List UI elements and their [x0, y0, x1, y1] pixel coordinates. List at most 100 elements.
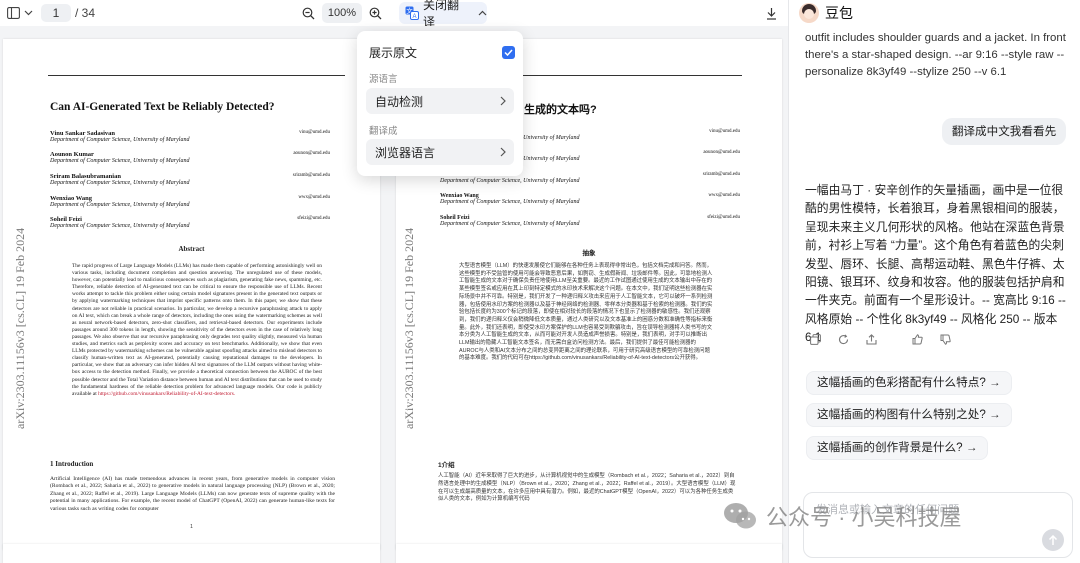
user-message: 翻译成中文我看看先 [942, 118, 1066, 145]
title-rule [48, 75, 345, 76]
page-total: / 34 [75, 6, 96, 20]
suggested-question-text: 这幅插画的色彩搭配有什么特点? [817, 376, 986, 389]
message-actions [809, 333, 951, 345]
author-email: vinu@umd.edu [709, 129, 740, 134]
author-email: vinu@umd.edu [299, 130, 330, 135]
show-original-checkbox[interactable] [502, 46, 515, 59]
show-original-toggle[interactable]: 展示原文 [369, 44, 515, 61]
target-language-select[interactable]: 浏览器语言 [366, 139, 514, 165]
intro-text: Artificial Intelligence (AI) has made tr… [50, 476, 335, 512]
thumbs-down-icon[interactable] [939, 333, 951, 345]
author-email: wwx@umd.edu [708, 193, 740, 198]
author-block: Aounon Kumar Department of Computer Scie… [50, 151, 330, 164]
page-number: 1 [190, 524, 193, 530]
chevron-right-icon [500, 96, 506, 106]
chevron-down-icon[interactable] [22, 4, 34, 22]
next-translated-page [396, 544, 782, 563]
author-email: aounon@umd.edu [703, 150, 740, 155]
arxiv-side-id: arXiv:2303.11156v3 [cs.CL] 19 Feb 2024 [11, 179, 31, 429]
author-name: Sriram Balasubramanian [50, 173, 121, 180]
author-email: sfeizi@umd.edu [707, 215, 740, 220]
translate-settings-dropdown: 展示原文 源语言 自动检测 翻译成 浏览器语言 [357, 31, 523, 176]
copy-icon[interactable] [809, 333, 821, 345]
previous-message: outfit includes shoulder guards and a ja… [805, 32, 1066, 78]
author-email: sriramb@umd.edu [292, 173, 330, 178]
translated-title: 生成的文本吗? [524, 104, 597, 116]
author-name: Soheil Feizi [50, 216, 82, 223]
translate-icon: 文A [405, 6, 419, 20]
suggested-question-text: 这幅插画的创作背景是什么? [817, 441, 963, 454]
chat-header: 豆包 [799, 2, 853, 24]
arrow-right-icon: → [989, 376, 1001, 389]
arrow-right-icon: → [965, 441, 978, 454]
suggested-question[interactable]: 这幅插画的创作背景是什么? → [806, 436, 989, 460]
assistant-answer: 一幅由马丁 · 安辛创作的矢量插画，画中是一位很酷的男性模特，长着狼耳，身着黑银… [805, 183, 1066, 344]
show-original-label: 展示原文 [369, 46, 418, 60]
avatar [799, 3, 819, 23]
author-name: Aounon Kumar [50, 151, 94, 158]
author-block: Wenxiao Wang Department of Computer Scie… [440, 193, 740, 205]
original-page: Can AI-Generated Text be Reliably Detect… [3, 39, 380, 550]
suggested-question[interactable]: 这幅插画的色彩搭配有什么特点? → [806, 371, 1012, 395]
download-icon[interactable] [763, 3, 779, 23]
next-original-page [3, 544, 380, 563]
zoom-in-icon[interactable] [367, 3, 383, 23]
author-email: wwx@umd.edu [298, 195, 330, 200]
suggested-question-text: 这幅插画的构图有什么特别之处? [817, 408, 986, 421]
send-button[interactable] [1042, 529, 1064, 551]
author-affiliation: Department of Computer Science, Universi… [50, 223, 190, 229]
translated-abstract-heading: 抽象 [582, 250, 596, 257]
author-affiliation: Department of Computer Science, Universi… [440, 199, 580, 205]
author-block: Soheil Feizi Department of Computer Scie… [440, 215, 740, 227]
author-affiliation: Department of Computer Science, Universi… [50, 158, 190, 164]
arrow-right-icon: → [989, 408, 1001, 421]
author-block: Soheil Feizi Department of Computer Scie… [50, 216, 330, 229]
translated-section-heading: 1介绍 [438, 462, 455, 469]
toolbar: 1 / 34 100% 文A 关闭翻译 [0, 0, 788, 29]
author-email: sfeizi@umd.edu [297, 216, 330, 221]
arxiv-side-id: arXiv:2303.11156v3 [cs.CL] 19 Feb 2024 [400, 179, 420, 429]
assistant-name: 豆包 [825, 5, 853, 21]
zoom-out-icon[interactable] [300, 3, 316, 23]
page-number-input[interactable]: 1 [41, 4, 71, 22]
svg-text:A: A [412, 14, 416, 20]
chevron-up-icon [478, 10, 487, 16]
watermark: 公众号 · 小吴科技屋 [722, 500, 962, 532]
assistant-chat-panel: 豆包 outfit includes shoulder guards and a… [788, 0, 1080, 563]
suggested-question[interactable]: 这幅插画的构图有什么特别之处? → [806, 403, 1012, 427]
source-language-select[interactable]: 自动检测 [366, 88, 514, 114]
target-language-heading: 翻译成 [369, 126, 398, 137]
author-email: aounon@umd.edu [293, 151, 330, 156]
source-language-value: 自动检测 [375, 94, 424, 109]
translated-intro-text: 人工智能（AI）近年来取得了巨大的进步，从计算机视觉中的生成模型（Rombach… [438, 473, 736, 503]
author-affiliation: Department of Computer Science, Universi… [50, 202, 190, 208]
author-name: Wenxiao Wang [50, 195, 92, 202]
abstract-heading: Abstract [178, 245, 205, 253]
source-language-heading: 源语言 [369, 74, 398, 85]
section-heading: 1 Introduction [50, 460, 94, 468]
sidebar-toggle-icon[interactable] [5, 4, 21, 22]
pdf-translate-app: 1 / 34 100% 文A 关闭翻译 Can AI-Generated Tex… [0, 0, 1080, 563]
author-name: Vinu Sankar Sadasivan [50, 130, 116, 137]
author-block: Sriram Balasubramanian Department of Com… [50, 173, 330, 186]
watermark-text: 公众号 · 小吴科技屋 [766, 505, 962, 530]
target-language-value: 浏览器语言 [375, 145, 436, 160]
arxiv-side-id-text: arXiv:2303.11156v3 [cs.CL] 19 Feb 2024 [13, 227, 27, 429]
share-icon[interactable] [865, 333, 877, 345]
zoom-level[interactable]: 100% [322, 3, 362, 23]
arxiv-side-id-text: arXiv:2303.11156v3 [cs.CL] 19 Feb 2024 [402, 227, 416, 429]
author-email: sriramb@umd.edu [702, 172, 740, 177]
regenerate-icon[interactable] [837, 333, 849, 345]
author-block: Vinu Sankar Sadasivan Department of Comp… [50, 130, 330, 143]
author-affiliation: Department of Computer Science, Universi… [50, 180, 190, 186]
author-affiliation: Department of Computer Science, Universi… [50, 137, 190, 143]
thumbs-up-icon[interactable] [911, 333, 923, 345]
author-affiliation: Department of Computer Science, Universi… [440, 178, 580, 184]
code-link[interactable]: https://github.com/vinusankars/Reliabili… [98, 391, 235, 397]
author-block: Wenxiao Wang Department of Computer Scie… [50, 195, 330, 208]
translate-toggle-button[interactable]: 文A 关闭翻译 [399, 0, 487, 29]
paper-title: Can AI-Generated Text be Reliably Detect… [50, 101, 275, 113]
wechat-logo-icon [722, 501, 758, 531]
abstract-text: The rapid progress of Large Language Mod… [72, 263, 322, 398]
translated-abstract-text: 大型语言模型（LLM）的快速发展使它们能够在各种任务上表现得非常出色，包括文档完… [459, 263, 713, 362]
